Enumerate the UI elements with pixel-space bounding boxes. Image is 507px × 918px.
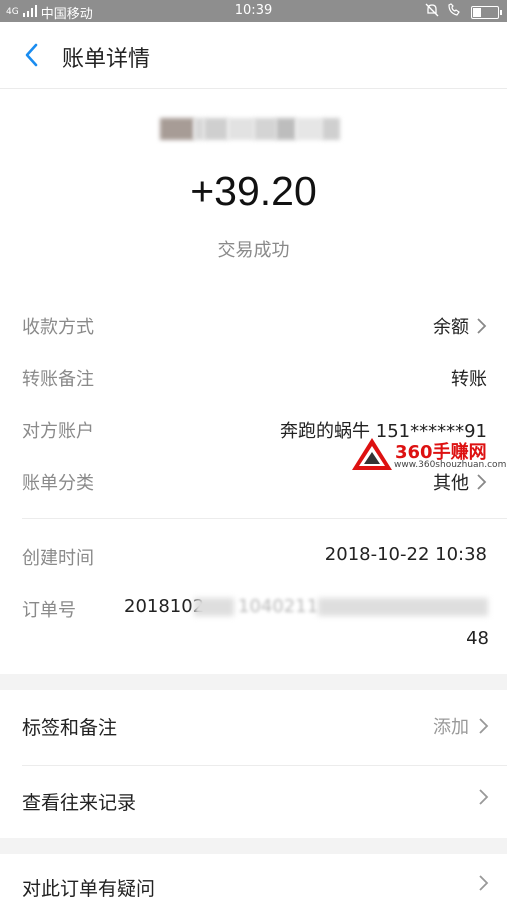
section-gap bbox=[0, 674, 507, 690]
detail-value: 转账 bbox=[451, 365, 487, 391]
action-label: 查看往来记录 bbox=[22, 792, 137, 814]
detail-row-transfer-note: 转账备注 转账 bbox=[0, 357, 507, 397]
chevron-right-icon bbox=[477, 318, 487, 334]
order-question-row[interactable]: 对此订单有疑问 bbox=[0, 858, 507, 918]
payment-method-value: 余额 bbox=[433, 317, 469, 338]
action-right: 添加 bbox=[433, 713, 489, 739]
watermark-url: www.360shouzhuan.com bbox=[394, 460, 507, 470]
detail-label: 转账备注 bbox=[22, 369, 94, 390]
detail-value: 余额 bbox=[433, 313, 487, 339]
action-label: 标签和备注 bbox=[22, 717, 118, 739]
order-number-end: 48 bbox=[466, 628, 489, 649]
watermark: 360手赚网 www.360shouzhuan.com bbox=[350, 436, 506, 476]
chevron-left-icon bbox=[25, 43, 38, 67]
detail-value: 2018-10-22 10:38 bbox=[325, 544, 487, 565]
divider bbox=[22, 765, 507, 766]
detail-row-created-time: 创建时间 2018-10-22 10:38 bbox=[0, 536, 507, 576]
detail-row-payment-method[interactable]: 收款方式 余额 bbox=[0, 305, 507, 345]
section-gap bbox=[0, 838, 507, 854]
order-number-start: 2018102 bbox=[124, 596, 205, 617]
order-number-mid: 1040211 bbox=[238, 596, 319, 617]
chevron-right-icon bbox=[479, 875, 489, 891]
created-time-value: 2018-10-22 10:38 bbox=[324, 544, 487, 565]
add-label: 添加 bbox=[433, 717, 469, 738]
view-history-row[interactable]: 查看往来记录 bbox=[0, 772, 507, 832]
detail-label: 对方账户 bbox=[22, 421, 94, 442]
nav-bar: 账单详情 bbox=[0, 22, 507, 89]
status-right bbox=[425, 3, 502, 21]
order-number-redaction bbox=[194, 598, 234, 616]
detail-label: 收款方式 bbox=[22, 317, 94, 338]
transaction-status: 交易成功 bbox=[217, 240, 290, 261]
action-label: 对此订单有疑问 bbox=[22, 878, 156, 900]
status-bar: 4G 中国移动 10:39 bbox=[0, 0, 507, 22]
divider bbox=[22, 518, 507, 519]
transaction-amount: +39.20 bbox=[190, 168, 317, 214]
call-icon bbox=[447, 3, 463, 21]
mute-icon bbox=[425, 3, 439, 21]
battery-icon bbox=[471, 5, 502, 19]
back-button[interactable] bbox=[14, 38, 48, 72]
avatar-blurred bbox=[160, 118, 194, 140]
detail-label: 订单号 bbox=[22, 600, 76, 621]
chevron-right-icon bbox=[479, 789, 489, 805]
action-right bbox=[477, 874, 489, 892]
chevron-right-icon bbox=[479, 718, 489, 734]
counterparty-blurred bbox=[160, 110, 355, 148]
transfer-note-value: 转账 bbox=[451, 369, 487, 390]
page-title: 账单详情 bbox=[62, 47, 151, 72]
detail-label: 账单分类 bbox=[22, 473, 94, 494]
watermark-logo-icon bbox=[352, 438, 392, 470]
order-number-redaction bbox=[318, 598, 488, 616]
tags-and-notes-row[interactable]: 标签和备注 添加 bbox=[0, 697, 507, 757]
detail-label: 创建时间 bbox=[22, 548, 94, 569]
action-right bbox=[477, 788, 489, 806]
